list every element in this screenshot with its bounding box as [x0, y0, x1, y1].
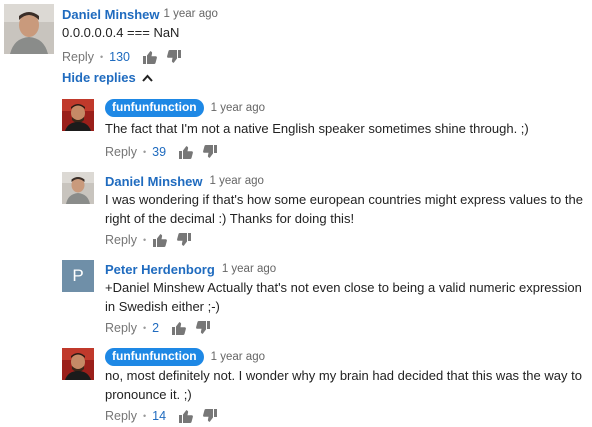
reply-button[interactable]: Reply	[105, 145, 137, 159]
avatar[interactable]	[62, 172, 94, 204]
chevron-up-icon[interactable]	[141, 74, 153, 82]
separator-dot: •	[142, 411, 147, 421]
reply-author[interactable]: Peter Herdenborg	[105, 262, 215, 277]
thumbs-up-icon[interactable]	[142, 49, 158, 65]
like-count: 130	[109, 50, 130, 64]
comment-text: 0.0.0.0.0.4 === NaN	[62, 25, 180, 40]
like-count: 39	[152, 145, 167, 159]
thumbs-up-icon[interactable]	[178, 144, 194, 160]
reply-author[interactable]: Daniel Minshew	[105, 174, 203, 189]
comment-timestamp[interactable]: 1 year ago	[164, 8, 218, 20]
reply-button[interactable]: Reply	[105, 409, 137, 423]
thumbs-down-icon[interactable]	[166, 49, 182, 65]
reply-button[interactable]: Reply	[105, 321, 137, 335]
avatar[interactable]	[4, 4, 54, 54]
avatar[interactable]	[62, 348, 94, 380]
separator-dot: •	[142, 323, 147, 333]
reply-author[interactable]: funfunfunction	[105, 99, 204, 117]
reply-timestamp[interactable]: 1 year ago	[210, 175, 264, 187]
thumbs-down-icon[interactable]	[202, 144, 218, 160]
avatar[interactable]: P	[62, 260, 94, 292]
reply-text: no, most definitely not. I wonder why my…	[105, 368, 582, 402]
like-count: 14	[152, 409, 167, 423]
separator-dot: •	[99, 52, 104, 62]
reply-author[interactable]: funfunfunction	[105, 348, 204, 366]
thumbs-down-icon[interactable]	[176, 232, 192, 248]
separator-dot: •	[142, 235, 147, 245]
reply-timestamp[interactable]: 1 year ago	[211, 351, 265, 363]
thumbs-down-icon[interactable]	[202, 408, 218, 424]
thumbs-up-icon[interactable]	[171, 320, 187, 336]
reply-timestamp[interactable]: 1 year ago	[222, 263, 276, 275]
reply-text: I was wondering if that's how some europ…	[105, 192, 583, 226]
thumbs-up-icon[interactable]	[152, 232, 168, 248]
separator-dot: •	[142, 147, 147, 157]
hide-replies-label[interactable]: Hide replies	[62, 70, 136, 85]
thumbs-down-icon[interactable]	[195, 320, 211, 336]
reply-timestamp[interactable]: 1 year ago	[211, 102, 265, 114]
comment-author[interactable]: Daniel Minshew	[62, 7, 160, 22]
reply-text: +Daniel Minshew Actually that's not even…	[105, 280, 582, 314]
like-count: 2	[152, 321, 160, 335]
reply-text: The fact that I'm not a native English s…	[105, 121, 529, 136]
reply-button[interactable]: Reply	[105, 233, 137, 247]
avatar[interactable]	[62, 99, 94, 131]
thumbs-up-icon[interactable]	[178, 408, 194, 424]
reply-button[interactable]: Reply	[62, 50, 94, 64]
hide-replies-toggle[interactable]: Hide replies	[62, 70, 153, 85]
